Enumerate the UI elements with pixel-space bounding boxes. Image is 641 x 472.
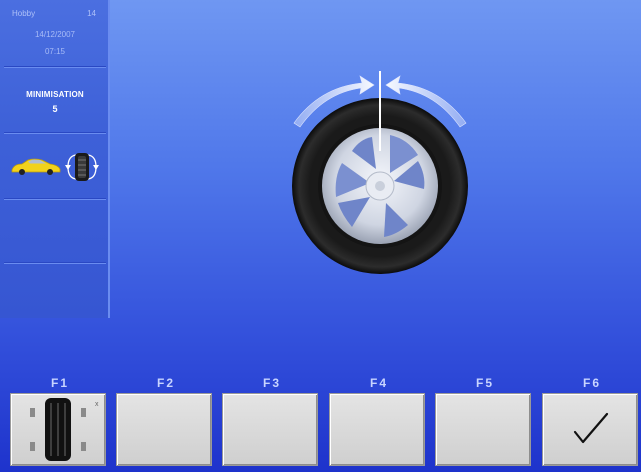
f1-button[interactable]: x xyxy=(10,393,106,466)
f5-button[interactable] xyxy=(435,393,531,466)
vehicle-mode-panel xyxy=(4,134,106,199)
current-time: 07:15 xyxy=(44,47,66,56)
checkmark-icon xyxy=(573,412,609,444)
wheel-balance-icon xyxy=(65,153,99,181)
f3-button[interactable] xyxy=(222,393,318,466)
sidebar-empty-panel xyxy=(4,200,106,263)
wheel-with-rotation-arrows-icon xyxy=(280,65,480,275)
f1-label: F1 xyxy=(50,376,69,390)
mode-value: 5 xyxy=(52,104,58,114)
sidebar-empty-panel xyxy=(4,264,106,316)
f2-label: F2 xyxy=(156,376,175,390)
current-date: 14/12/2007 xyxy=(34,30,76,39)
user-info-panel: Hobby 14 14/12/2007 07:15 xyxy=(4,0,106,67)
user-name: Hobby xyxy=(12,9,36,18)
f5-label: F5 xyxy=(475,376,494,390)
f6-confirm-button[interactable] xyxy=(542,393,638,466)
f2-button[interactable] xyxy=(116,393,212,466)
f4-label: F4 xyxy=(369,376,388,390)
f6-label: F6 xyxy=(582,376,601,390)
status-sidebar: Hobby 14 14/12/2007 07:15 MINIMISATION 5 xyxy=(0,0,110,318)
balancer-screen: Hobby 14 14/12/2007 07:15 MINIMISATION 5 xyxy=(0,0,641,472)
mode-panel: MINIMISATION 5 xyxy=(4,70,106,133)
f4-button[interactable] xyxy=(329,393,425,466)
svg-text:x: x xyxy=(95,401,99,408)
mode-title: MINIMISATION xyxy=(26,90,84,99)
user-number: 14 xyxy=(87,9,96,18)
f3-label: F3 xyxy=(262,376,281,390)
tire-tread-icon: x xyxy=(30,398,99,461)
